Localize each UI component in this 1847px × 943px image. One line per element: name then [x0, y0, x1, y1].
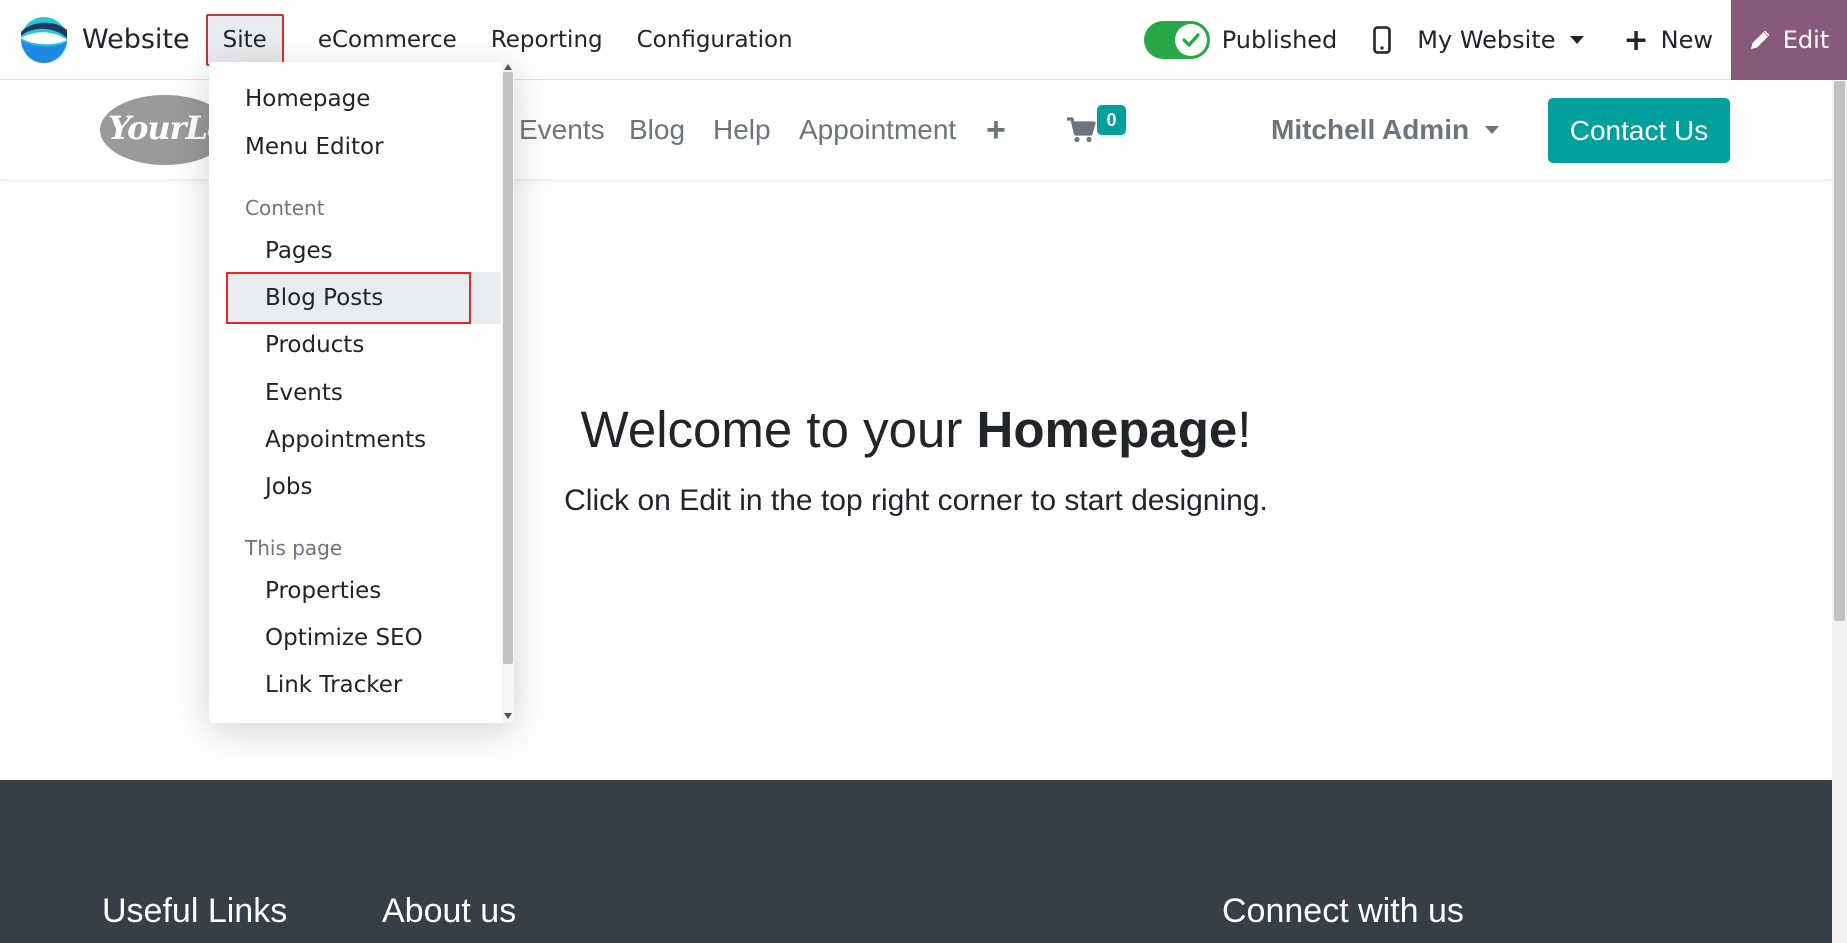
dropdown-scrollbar-thumb[interactable]	[503, 72, 513, 664]
edit-button[interactable]: Edit	[1731, 0, 1847, 80]
plus-icon: +	[1623, 22, 1649, 58]
app-brand[interactable]: Website	[20, 0, 190, 80]
site-nav-help[interactable]: Help	[713, 81, 771, 179]
menu-item-properties[interactable]: Properties	[209, 578, 501, 604]
site-footer: Useful Links About us Connect with us	[0, 780, 1832, 943]
menu-item-jobs[interactable]: Jobs	[209, 474, 501, 500]
user-name: Mitchell Admin	[1271, 114, 1470, 145]
hero-title-bold: Homepage	[976, 401, 1238, 458]
app-name: Website	[82, 24, 190, 55]
menu-item-homepage[interactable]: Homepage	[209, 86, 501, 112]
mobile-preview-icon[interactable]	[1373, 26, 1392, 54]
published-toggle[interactable]	[1143, 21, 1210, 59]
cart-icon[interactable]	[1066, 117, 1096, 143]
edit-button-label: Edit	[1782, 26, 1830, 54]
menu-section-this-page: This page	[245, 536, 343, 560]
website-selector[interactable]: My Website	[1417, 26, 1584, 54]
menu-site-label: Site	[222, 26, 267, 53]
contact-us-button[interactable]: Contact Us	[1548, 98, 1730, 163]
dropdown-scrollbar[interactable]	[502, 62, 514, 723]
menu-item-appointments[interactable]: Appointments	[209, 427, 501, 453]
highlight-box	[226, 272, 471, 324]
page-scrollbar-thumb[interactable]	[1834, 81, 1845, 621]
menu-item-optimize-seo[interactable]: Optimize SEO	[209, 625, 501, 651]
chevron-down-icon	[1569, 36, 1584, 44]
page-scrollbar[interactable]	[1832, 81, 1847, 943]
website-app-icon	[21, 16, 67, 63]
user-menu[interactable]: Mitchell Admin	[1271, 81, 1500, 179]
pencil-icon	[1750, 30, 1770, 49]
menu-item-events[interactable]: Events	[209, 380, 501, 406]
site-nav-events[interactable]: Events	[519, 81, 605, 179]
footer-heading-useful-links: Useful Links	[102, 892, 288, 930]
chevron-down-icon	[1485, 126, 1500, 134]
cart-count-badge: 0	[1097, 105, 1126, 135]
add-menu-plus-icon[interactable]: +	[986, 81, 1006, 179]
menu-configuration[interactable]: Configuration	[637, 0, 793, 80]
scroll-up-icon[interactable]	[504, 64, 512, 70]
website-selector-label: My Website	[1417, 26, 1556, 54]
site-dropdown-menu: Homepage Menu Editor Content Pages Blog …	[209, 62, 514, 723]
menu-section-content: Content	[245, 196, 325, 220]
menu-item-products[interactable]: Products	[209, 332, 501, 358]
scroll-down-icon[interactable]	[504, 713, 512, 719]
footer-heading-connect: Connect with us	[1222, 892, 1464, 930]
hero-subtitle-bold: Edit	[679, 484, 731, 517]
footer-heading-about-us: About us	[382, 892, 517, 930]
site-nav-blog[interactable]: Blog	[629, 81, 685, 179]
new-button-label: New	[1660, 26, 1713, 54]
new-button[interactable]: + New	[1624, 23, 1714, 58]
check-icon	[1174, 24, 1207, 56]
published-label: Published	[1221, 26, 1338, 54]
menu-item-link-tracker[interactable]: Link Tracker	[209, 672, 501, 698]
menu-item-pages[interactable]: Pages	[209, 238, 501, 264]
site-nav-appointment[interactable]: Appointment	[799, 81, 956, 179]
menu-item-menu-editor[interactable]: Menu Editor	[209, 134, 501, 160]
